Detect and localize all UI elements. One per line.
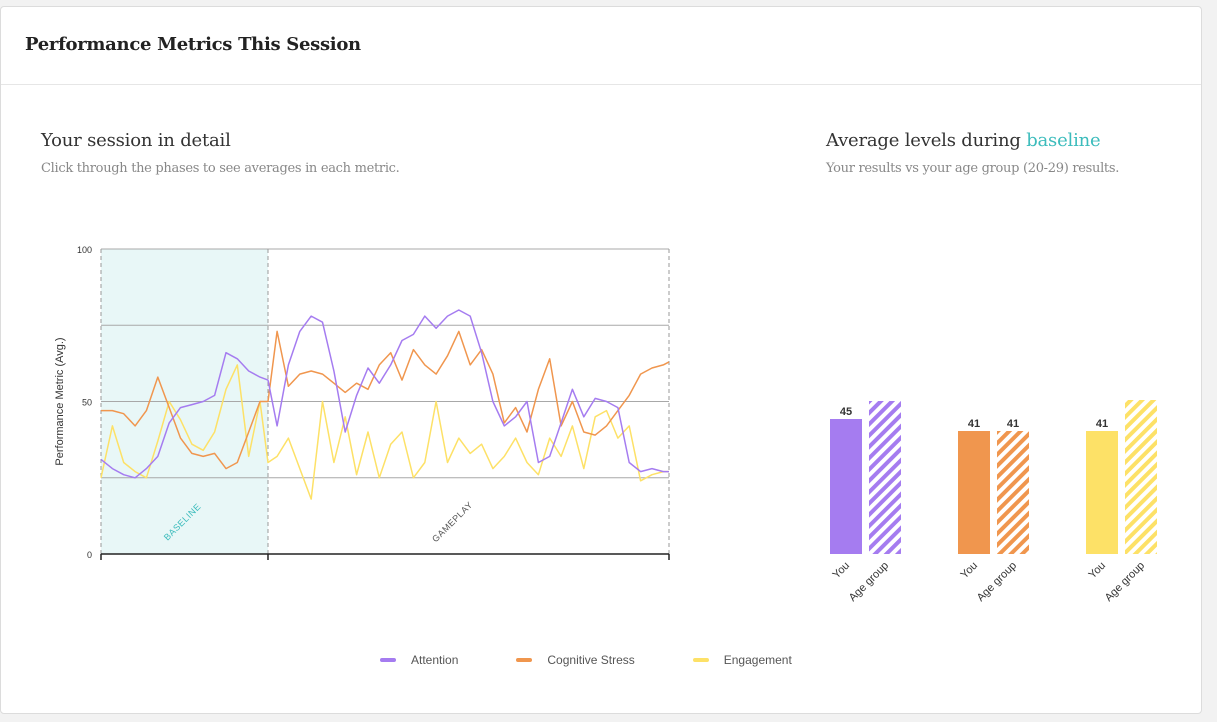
legend-swatch-cognitive-stress bbox=[516, 658, 533, 662]
bar-category-label-engagement-age-group: Age group bbox=[1103, 560, 1147, 604]
bar-category-label-cognitive-stress-age-group: Age group bbox=[975, 560, 1019, 604]
legend-item-cognitive-stress[interactable]: Cognitive Stress bbox=[516, 653, 635, 667]
phase-label-gameplay[interactable]: GAMEPLAY bbox=[430, 500, 474, 544]
bar-value-attention-you: 45 bbox=[840, 406, 852, 418]
legend-swatch-attention bbox=[380, 658, 396, 662]
bar-value-cognitive-stress-age-group: 41 bbox=[1007, 418, 1019, 430]
y-axis-label: Performance Metric (Avg.) bbox=[54, 337, 66, 465]
legend-item-engagement[interactable]: Engagement bbox=[692, 653, 792, 667]
bar-engagement-you[interactable] bbox=[1086, 431, 1118, 554]
y-tick-label-100: 100 bbox=[77, 245, 92, 255]
bar-category-label-cognitive-stress-you: You bbox=[959, 560, 981, 582]
legend-item-attention[interactable]: Attention bbox=[380, 653, 458, 667]
legend-label-engagement: Engagement bbox=[723, 653, 792, 667]
bar-cognitive-stress-age-group[interactable] bbox=[997, 431, 1029, 554]
bar-category-label-attention-age-group: Age group bbox=[847, 560, 891, 604]
bar-value-cognitive-stress-you: 41 bbox=[968, 418, 980, 430]
average-levels-title-prefix: Average levels during bbox=[826, 130, 1021, 151]
bar-category-label-engagement-you: You bbox=[1087, 560, 1109, 582]
bar-attention-age-group[interactable] bbox=[869, 401, 901, 554]
bar-category-label-attention-you: You bbox=[831, 560, 853, 582]
y-tick-label-50: 50 bbox=[82, 398, 92, 408]
y-tick-label-0: 0 bbox=[87, 550, 92, 560]
legend-label-cognitive-stress: Cognitive Stress bbox=[547, 653, 635, 667]
chart-legend: Attention Cognitive Stress Engagement bbox=[380, 650, 850, 670]
average-levels-phase[interactable]: baseline bbox=[1026, 130, 1101, 151]
bar-value-engagement-you: 41 bbox=[1096, 418, 1108, 430]
legend-swatch-engagement bbox=[692, 658, 709, 662]
average-levels-title: Average levels during baseline bbox=[826, 130, 1101, 151]
average-levels-subtitle: Your results vs your age group (20-29) r… bbox=[826, 161, 1120, 176]
bar-cognitive-stress-you[interactable] bbox=[958, 431, 990, 554]
average-bar-chart: 45You51Age group41You41Age group41You54A… bbox=[830, 400, 1157, 604]
session-line-chart: 050100Performance Metric (Avg.)BASELINE G… bbox=[54, 245, 670, 560]
legend-label-attention: Attention bbox=[411, 653, 459, 667]
bar-engagement-age-group[interactable] bbox=[1125, 400, 1157, 554]
bar-attention-you[interactable] bbox=[830, 419, 862, 554]
